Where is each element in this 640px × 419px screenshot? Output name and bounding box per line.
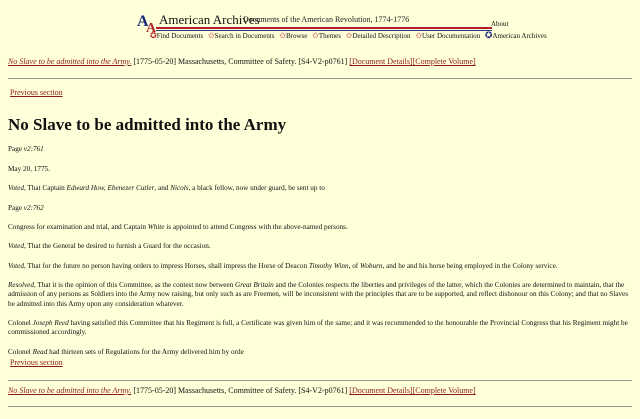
complete-volume-link[interactable]: [Complete Volume] bbox=[413, 57, 476, 66]
nav-detailed-description[interactable]: Detailed Description bbox=[352, 32, 410, 40]
page-title: No Slave to be admitted into the Army bbox=[8, 115, 287, 134]
star-icon: ✩ bbox=[415, 31, 423, 40]
document-title-link[interactable]: No Slave to be admitted into the Army. bbox=[8, 57, 131, 66]
main-nav: ✪Find Documents ✩Search in Documents ✩Br… bbox=[150, 30, 550, 41]
complete-volume-link[interactable]: [Complete Volume] bbox=[413, 386, 476, 395]
star-icon: ✩ bbox=[312, 31, 319, 40]
star-icon: ✩ bbox=[207, 31, 215, 40]
paragraph-resolved: Resolved, That it is the opinion of this… bbox=[8, 281, 629, 308]
star-icon: ✩ bbox=[279, 31, 286, 40]
document-title-link[interactable]: No Slave to be admitted into the Army. bbox=[8, 386, 131, 395]
paragraph-read: Colonel Read had thirteen sets of Regula… bbox=[8, 348, 244, 356]
previous-section: Previous section bbox=[10, 88, 63, 97]
divider bbox=[8, 78, 632, 79]
previous-section: Previous section bbox=[10, 358, 63, 367]
paragraph-voted-2: Voted, That the General be desired to fu… bbox=[8, 242, 211, 250]
nav-themes[interactable]: Themes bbox=[319, 32, 341, 40]
paragraph-voted-1: Voted, That Captain Edward How, Ebenezer… bbox=[8, 184, 325, 192]
paragraph-congress: Congress for examination and trial, and … bbox=[8, 223, 348, 231]
breadcrumb: No Slave to be admitted into the Army. [… bbox=[8, 57, 476, 66]
about-link[interactable]: About bbox=[491, 20, 509, 28]
nav-find-documents[interactable]: Find Documents bbox=[157, 32, 203, 40]
document-meta: [1775-05-20] Massachusetts, Committee of… bbox=[133, 57, 348, 66]
star-icon: ✪ bbox=[150, 31, 157, 40]
page-reference: Page v2:761 bbox=[8, 145, 44, 153]
paragraph-voted-3: Voted, That for the future no person hav… bbox=[8, 262, 558, 270]
nav-american-archives[interactable]: American Archives bbox=[492, 32, 546, 40]
header-rule-red bbox=[156, 27, 492, 29]
document-meta: [1775-05-20] Massachusetts, Committee of… bbox=[133, 386, 348, 395]
previous-section-link[interactable]: Previous section bbox=[10, 88, 63, 97]
site-subtitle: Documents of the American Revolution, 17… bbox=[243, 15, 410, 24]
nav-browse[interactable]: Browse bbox=[286, 32, 307, 40]
document-date: May 20, 1775. bbox=[8, 165, 50, 173]
paragraph-reed: Colonel Joseph Reed having satisfied thi… bbox=[8, 319, 628, 337]
page-reference: Page v2:762 bbox=[8, 204, 44, 212]
nav-user-documentation[interactable]: User Documentation bbox=[422, 32, 480, 40]
document-details-link[interactable]: [Document Details] bbox=[349, 386, 412, 395]
breadcrumb: No Slave to be admitted into the Army. [… bbox=[8, 386, 476, 395]
document-details-link[interactable]: [Document Details] bbox=[349, 57, 412, 66]
divider bbox=[8, 406, 632, 407]
nav-search-in-documents[interactable]: Search in Documents bbox=[215, 32, 275, 40]
previous-section-link[interactable]: Previous section bbox=[10, 358, 63, 367]
site-header: AA American Archives Documents of the Am… bbox=[0, 0, 640, 44]
divider bbox=[8, 380, 632, 381]
